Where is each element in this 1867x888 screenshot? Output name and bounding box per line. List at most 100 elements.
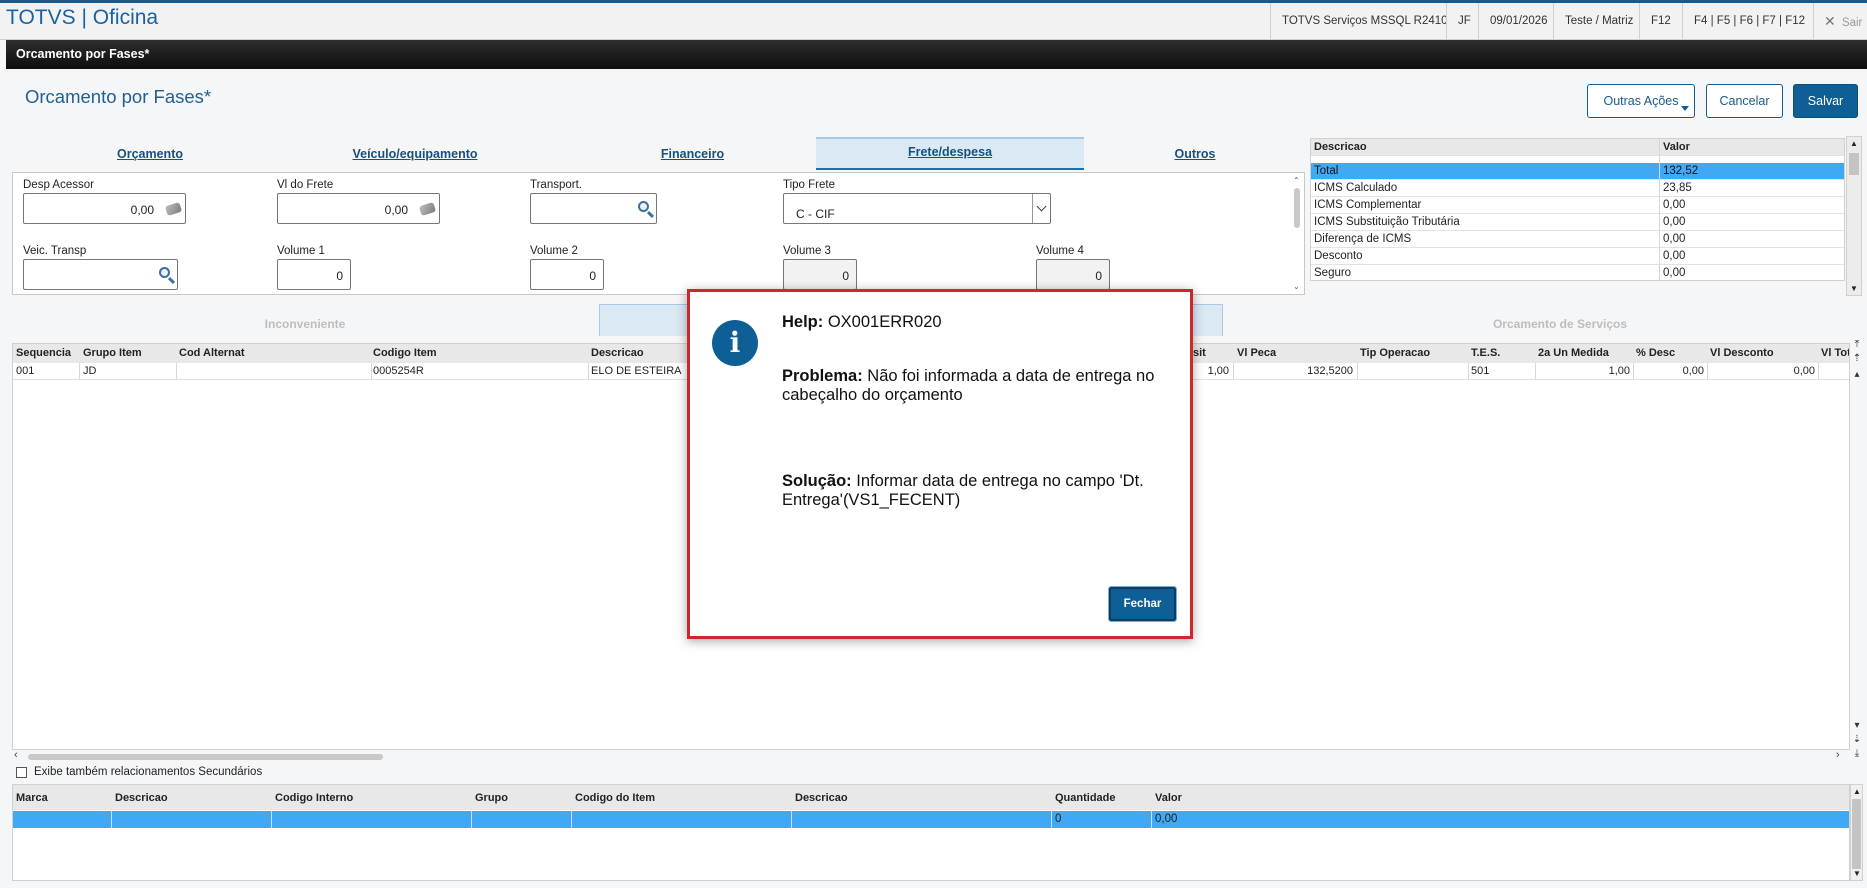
help-key[interactable]: F12 (1639, 3, 1682, 40)
grid-horizontal-scrollbar[interactable] (28, 754, 383, 760)
scroll-left-icon[interactable]: ‹ (14, 749, 18, 761)
col-quantidade[interactable]: Quantidade (1055, 792, 1116, 804)
col-2a-un-medida[interactable]: 2a Un Medida (1538, 347, 1609, 359)
col-codigo-do-item[interactable]: Codigo do Item (575, 792, 655, 804)
cell-tes: 501 (1471, 365, 1490, 377)
scroll-last-icon[interactable]: ⤓ (1851, 748, 1863, 760)
summary-table: Descricao Valor Total 132,52 ICMS Calcul… (1310, 138, 1845, 281)
frete-form-panel: Desp Acessor 0,00 Vl do Frete 0,00 Trans… (12, 172, 1305, 295)
summary-row[interactable]: ICMS Complementar 0,00 (1311, 197, 1844, 214)
cell-quantidade: 0 (1055, 813, 1062, 825)
col-grupo[interactable]: Grupo (475, 792, 508, 804)
problem-text: Problema: Não foi informada a data de en… (782, 367, 1182, 405)
col-grupo-item[interactable]: Grupo Item (83, 347, 142, 359)
date-label: 09/01/2026 (1478, 3, 1559, 40)
top-bar: TOTVS | Oficina TOTVS Serviços MSSQL R24… (0, 0, 1867, 40)
col-descricao[interactable]: Descricao (591, 347, 644, 359)
save-button[interactable]: Salvar (1793, 84, 1858, 118)
veic-transp-input[interactable] (23, 259, 178, 290)
company-label[interactable]: Teste / Matriz (1553, 3, 1644, 40)
form-scrollbar[interactable]: ⌃ ⌄ (1293, 176, 1301, 291)
outras-acoes-button[interactable]: Outras Ações (1587, 84, 1695, 118)
col-codigo-item[interactable]: Codigo Item (373, 347, 437, 359)
scroll-right-icon[interactable]: › (1836, 749, 1840, 761)
related-grid-scrollbar[interactable]: ▲ ▼ (1850, 784, 1863, 881)
summary-scrollbar[interactable]: ▲ ▼ (1846, 136, 1862, 296)
shortcuts-label[interactable]: F4 | F5 | F6 | F7 | F12 (1682, 3, 1816, 40)
cell-grupo-item: JD (83, 365, 97, 377)
problem-label: Problema: (782, 367, 863, 385)
volume3-input[interactable]: 0 (783, 259, 857, 290)
desp-acessor-label: Desp Acessor (23, 179, 94, 191)
summary-desc: Seguro (1314, 267, 1352, 279)
solution-line2: Entrega'(VS1_FECENT) (782, 491, 961, 509)
summary-value: 132,52 (1663, 165, 1699, 177)
volume2-input[interactable]: 0 (530, 259, 604, 290)
summary-desc: Desconto (1314, 250, 1363, 262)
summary-row[interactable]: Diferença de ICMS 0,00 (1311, 231, 1844, 248)
tab-veiculo[interactable]: Veículo/equipamento (300, 140, 530, 169)
tipo-frete-select[interactable]: C - CIF (783, 193, 1051, 224)
summary-desc: ICMS Substituição Tributária (1314, 216, 1460, 228)
col-valor[interactable]: Valor (1155, 792, 1182, 804)
desp-acessor-value: 0,00 (130, 203, 154, 217)
exit-button[interactable]: ✕ Sair (1813, 3, 1867, 40)
scroll-up-small-icon[interactable]: ▴ (1851, 369, 1863, 381)
summary-row[interactable]: Total 132,52 (1311, 163, 1844, 180)
environment-label: TOTVS Serviços MSSQL R2410 (1270, 3, 1459, 40)
cell-pct-desc: 0,00 (1682, 365, 1704, 377)
col-tip-operacao[interactable]: Tip Operacao (1360, 347, 1430, 359)
col-pct-desc[interactable]: % Desc (1636, 347, 1675, 359)
desp-acessor-input[interactable]: 0,00 (23, 193, 186, 224)
money-icon[interactable] (164, 201, 183, 217)
subtab-servicos[interactable]: Orcamento de Serviços (1440, 313, 1680, 335)
related-grid-header: Marca Descricao Codigo Interno Grupo Cod… (13, 785, 1849, 810)
tab-financeiro[interactable]: Financeiro (580, 140, 805, 169)
volume2-label: Volume 2 (530, 245, 578, 257)
col-descricao-2[interactable]: Descricao (795, 792, 848, 804)
subtab-inconveniente[interactable]: Inconveniente (185, 313, 425, 335)
problem-line2: cabeçalho do orçamento (782, 386, 963, 404)
transport-input[interactable] (530, 193, 657, 224)
summary-desc: ICMS Calculado (1314, 182, 1398, 194)
col-codigo-interno[interactable]: Codigo Interno (275, 792, 353, 804)
secondary-relations-checkbox[interactable] (16, 767, 27, 778)
close-icon: ✕ (1824, 13, 1836, 29)
col-descricao[interactable]: Descricao (115, 792, 168, 804)
volume4-input[interactable]: 0 (1036, 259, 1110, 290)
vl-frete-value: 0,00 (384, 203, 408, 217)
summary-row[interactable]: Desconto 0,00 (1311, 248, 1844, 265)
volume1-input[interactable]: 0 (277, 259, 351, 290)
window-title-band: Orcamento por Fases* (6, 40, 1867, 69)
cancel-button[interactable]: Cancelar (1706, 84, 1783, 118)
summary-header-desc: Descricao (1314, 141, 1367, 153)
table-row[interactable]: 0 0,00 (13, 811, 1849, 828)
close-button[interactable]: Fechar (1108, 586, 1177, 622)
col-sequencia[interactable]: Sequencia (16, 347, 71, 359)
col-vl-desconto[interactable]: Vl Desconto (1710, 347, 1774, 359)
scroll-first-icon[interactable]: ⤒ (1851, 339, 1863, 351)
col-marca[interactable]: Marca (16, 792, 48, 804)
tipo-frete-label: Tipo Frete (783, 179, 835, 191)
scroll-up-icon[interactable]: ⇡ (1851, 353, 1863, 365)
money-icon[interactable] (418, 201, 437, 217)
vl-frete-label: Vl do Frete (277, 179, 334, 191)
help-label: Help: (782, 313, 824, 331)
scroll-down-small-icon[interactable]: ▾ (1851, 720, 1863, 732)
col-cod-alternat[interactable]: Cod Alternat (179, 347, 245, 359)
summary-row[interactable]: Seguro 0,00 (1311, 265, 1844, 280)
col-tes[interactable]: T.E.S. (1471, 347, 1500, 359)
vl-frete-input[interactable]: 0,00 (277, 193, 440, 224)
col-vl-total[interactable]: Vl Tot (1821, 347, 1849, 359)
summary-row[interactable]: ICMS Calculado 23,85 (1311, 180, 1844, 197)
tab-orcamento[interactable]: Orçamento (40, 140, 260, 169)
col-vl-peca[interactable]: Vl Peca (1237, 347, 1276, 359)
summary-row[interactable]: ICMS Substituição Tributária 0,00 (1311, 214, 1844, 231)
solution-line1: Informar data de entrega no campo 'Dt. (856, 472, 1144, 490)
scroll-down-icon[interactable]: ⇣ (1851, 734, 1863, 746)
tab-frete-despesa[interactable]: Frete/despesa (816, 137, 1084, 170)
summary-value: 0,00 (1663, 216, 1686, 228)
tab-outros[interactable]: Outros (1085, 140, 1305, 169)
col-sit[interactable]: sit (1193, 347, 1206, 359)
app-title: TOTVS | Oficina (6, 6, 159, 29)
